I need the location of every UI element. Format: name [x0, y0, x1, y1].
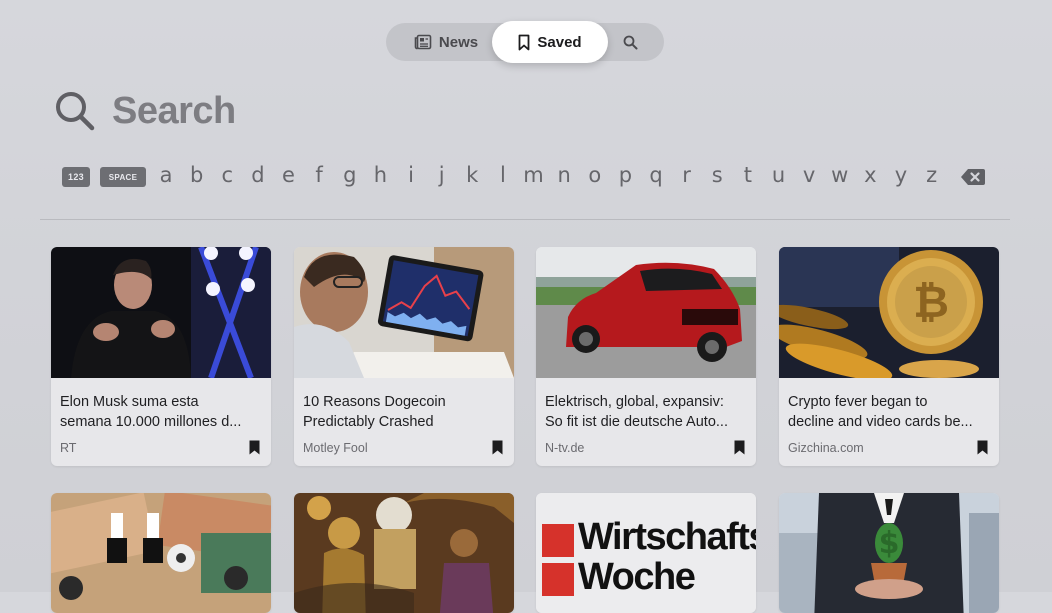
card-image-red-suv	[536, 247, 756, 378]
card-title: Elon Musk suma esta semana 10.000 millon…	[60, 392, 265, 432]
key-v[interactable]: v	[797, 163, 821, 187]
key-j[interactable]: j	[430, 163, 454, 187]
keyboard: 123 SPACE a b c d e f g h i j k l m n o …	[62, 163, 988, 190]
key-c[interactable]: c	[215, 163, 239, 187]
key-k[interactable]: k	[460, 163, 484, 187]
card-image-businessman-plant: $	[779, 493, 999, 613]
article-card[interactable]: $	[779, 493, 999, 613]
key-o[interactable]: o	[583, 163, 607, 187]
key-n[interactable]: n	[552, 163, 576, 187]
key-w[interactable]: w	[828, 163, 852, 187]
key-r[interactable]: r	[675, 163, 699, 187]
card-title-line: semana 10.000 millones d...	[60, 414, 242, 430]
tab-news[interactable]: News	[400, 23, 492, 61]
key-h[interactable]: h	[368, 163, 392, 187]
article-card[interactable]: Wirtschafts Woche	[536, 493, 756, 613]
tab-news-label: News	[438, 33, 479, 51]
card-image-stock-chart	[294, 247, 514, 378]
card-title-line: Elektrisch, global, expansiv:	[545, 394, 724, 410]
key-i[interactable]: i	[399, 163, 423, 187]
key-a[interactable]: a	[154, 163, 178, 187]
card-image-wirtschaftswoche-logo: Wirtschafts Woche	[536, 493, 756, 613]
search-icon	[56, 92, 95, 131]
key-z[interactable]: z	[920, 163, 944, 187]
tab-saved-label: Saved	[537, 33, 582, 51]
article-card[interactable]: 10 Reasons Dogecoin Predictably Crashed …	[294, 247, 514, 466]
letter-keys: a b c d e f g h i j k l m n o p q r s t …	[154, 163, 944, 187]
logo-red-block	[542, 563, 574, 596]
key-q[interactable]: q	[644, 163, 668, 187]
article-card[interactable]	[294, 493, 514, 613]
card-title: Elektrisch, global, expansiv: So fit ist…	[545, 392, 750, 432]
key-t[interactable]: t	[736, 163, 760, 187]
key-space[interactable]: SPACE	[100, 167, 146, 187]
card-title: Crypto fever began to decline and video …	[788, 392, 993, 432]
key-e[interactable]: e	[277, 163, 301, 187]
card-source: Gizchina.com	[788, 441, 864, 455]
key-m[interactable]: m	[522, 163, 546, 187]
divider	[40, 219, 1010, 220]
card-image-euro-banknotes	[51, 493, 271, 613]
logo-text: Woche	[578, 556, 696, 598]
logo-red-block	[542, 524, 574, 557]
key-p[interactable]: p	[613, 163, 637, 187]
key-y[interactable]: y	[889, 163, 913, 187]
key-u[interactable]: u	[767, 163, 791, 187]
bookmark-icon[interactable]	[492, 440, 503, 455]
tab-saved[interactable]: Saved	[492, 21, 608, 63]
delete-key-icon[interactable]	[960, 166, 986, 188]
article-card[interactable]: Elektrisch, global, expansiv: So fit ist…	[536, 247, 756, 466]
card-image-man-speaking	[51, 247, 271, 378]
card-image-bitcoin: ₿	[779, 247, 999, 378]
logo-text: Wirtschafts	[578, 516, 756, 558]
key-f[interactable]: f	[307, 163, 331, 187]
card-title-line: 10 Reasons Dogecoin	[303, 394, 446, 410]
card-source: RT	[60, 441, 77, 455]
card-image-historical-painting	[294, 493, 514, 613]
key-s[interactable]: s	[705, 163, 729, 187]
tab-search[interactable]	[612, 23, 648, 61]
key-123[interactable]: 123	[62, 167, 90, 187]
svg-text:₿: ₿	[913, 277, 949, 328]
search-placeholder: Search	[112, 89, 236, 132]
bookmark-icon[interactable]	[977, 440, 988, 455]
article-card[interactable]: Elon Musk suma esta semana 10.000 millon…	[51, 247, 271, 466]
bookmark-icon[interactable]	[734, 440, 745, 455]
card-title-line: Predictably Crashed	[303, 414, 434, 430]
card-title-line: Elon Musk suma esta	[60, 394, 199, 410]
card-source: N-tv.de	[545, 441, 585, 455]
key-d[interactable]: d	[246, 163, 270, 187]
card-title-line: So fit ist die deutsche Auto...	[545, 414, 728, 430]
bookmark-icon[interactable]	[249, 440, 260, 455]
key-l[interactable]: l	[491, 163, 515, 187]
svg-text:$: $	[879, 526, 900, 561]
bookmark-icon	[518, 34, 530, 50]
tab-bar: News Saved	[386, 21, 664, 63]
card-title-line: decline and video cards be...	[788, 414, 973, 430]
article-card[interactable]	[51, 493, 271, 613]
article-card[interactable]: ₿ Crypto fever began to decline and vide…	[779, 247, 999, 466]
card-title-line: Crypto fever began to	[788, 394, 928, 410]
search-icon	[623, 35, 637, 49]
card-title: 10 Reasons Dogecoin Predictably Crashed	[303, 392, 508, 432]
card-source: Motley Fool	[303, 441, 368, 455]
newspaper-icon	[414, 34, 432, 50]
key-x[interactable]: x	[858, 163, 882, 187]
search-field[interactable]: Search	[54, 88, 236, 134]
key-b[interactable]: b	[185, 163, 209, 187]
key-g[interactable]: g	[338, 163, 362, 187]
